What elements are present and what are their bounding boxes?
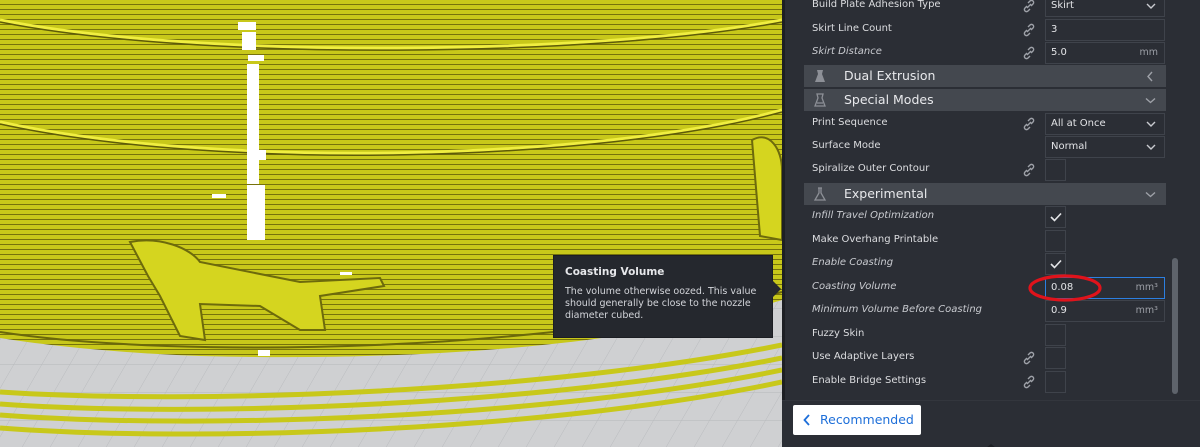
- setting-label: Infill Travel Optimization: [812, 210, 935, 221]
- infill-travel-optimization-checkbox[interactable]: [1045, 206, 1066, 228]
- link-icon[interactable]: [1022, 163, 1036, 177]
- tooltip-body: The volume otherwise oozed. This value s…: [565, 286, 757, 321]
- setting-label: Spiralize Outer Contour: [812, 163, 930, 174]
- link-icon[interactable]: [1022, 351, 1036, 365]
- setting-enable-bridge-settings: Enable Bridge Settings: [782, 371, 1172, 393]
- link-icon[interactable]: [1022, 375, 1036, 389]
- build-plate-adhesion-select[interactable]: Skirt: [1045, 0, 1165, 17]
- input-value: 0.9: [1051, 305, 1067, 316]
- unit-label: mm³: [1135, 282, 1158, 293]
- chevron-left-icon: [1147, 71, 1153, 82]
- setting-fuzzy-skin: Fuzzy Skin: [782, 324, 1172, 346]
- unit-label: mm: [1139, 47, 1158, 58]
- use-adaptive-layers-checkbox[interactable]: [1045, 347, 1066, 369]
- make-overhang-printable-checkbox[interactable]: [1045, 230, 1066, 252]
- surface-mode-select[interactable]: Normal: [1045, 136, 1165, 158]
- setting-label: Make Overhang Printable: [812, 234, 939, 245]
- input-value: 5.0: [1051, 47, 1067, 58]
- flask-icon: [813, 187, 827, 201]
- setting-label: Surface Mode: [812, 140, 881, 151]
- category-experimental[interactable]: Experimental: [804, 183, 1166, 205]
- setting-label: Fuzzy Skin: [812, 328, 865, 339]
- category-special-modes[interactable]: Special Modes: [804, 89, 1166, 111]
- chevron-down-icon: [1145, 191, 1156, 198]
- coasting-volume-tooltip: Coasting Volume The volume otherwise ooz…: [553, 255, 781, 338]
- chevron-down-icon: [1145, 97, 1156, 104]
- setting-spiralize-outer-contour: Spiralize Outer Contour: [782, 159, 1172, 181]
- setting-label: Minimum Volume Before Coasting: [812, 304, 982, 315]
- special-modes-icon: [814, 93, 826, 107]
- chevron-down-icon: [1146, 144, 1156, 150]
- select-value: Skirt: [1051, 0, 1074, 11]
- link-icon[interactable]: [1022, 23, 1036, 37]
- spiralize-checkbox[interactable]: [1045, 159, 1066, 181]
- dual-extrusion-icon: [815, 70, 825, 82]
- checkmark-icon: [1050, 212, 1062, 222]
- setting-enable-coasting: Enable Coasting: [782, 253, 1172, 275]
- 3d-viewport[interactable]: Coasting Volume The volume otherwise ooz…: [0, 0, 782, 447]
- setting-build-plate-adhesion-type: Build Plate Adhesion Type Skirt: [782, 0, 1172, 17]
- fuzzy-skin-checkbox[interactable]: [1045, 324, 1066, 346]
- link-icon[interactable]: [1022, 0, 1036, 13]
- setting-print-sequence: Print Sequence All at Once: [782, 113, 1172, 135]
- select-value: All at Once: [1051, 118, 1106, 129]
- recommended-button[interactable]: Recommended: [793, 405, 921, 435]
- select-value: Normal: [1051, 141, 1088, 152]
- link-icon[interactable]: [1022, 46, 1036, 60]
- setting-label: Print Sequence: [812, 117, 888, 128]
- print-sequence-select[interactable]: All at Once: [1045, 113, 1165, 135]
- category-label: Dual Extrusion: [844, 68, 936, 83]
- print-preview-render: [0, 0, 782, 447]
- category-dual-extrusion[interactable]: Dual Extrusion: [804, 65, 1166, 87]
- setting-label: Skirt Distance: [812, 46, 882, 57]
- chevron-down-icon: [1146, 3, 1156, 9]
- setting-minimum-volume-before-coasting: Minimum Volume Before Coasting 0.9 mm³: [782, 300, 1172, 322]
- setting-surface-mode: Surface Mode Normal: [782, 136, 1172, 158]
- input-value: 3: [1051, 24, 1058, 35]
- setting-label: Enable Coasting: [812, 257, 894, 268]
- recommended-label: Recommended: [820, 412, 914, 427]
- category-label: Special Modes: [844, 92, 934, 107]
- setting-make-overhang-printable: Make Overhang Printable: [782, 230, 1172, 252]
- skirt-line-count-input[interactable]: 3: [1045, 19, 1165, 41]
- link-icon[interactable]: [1022, 117, 1036, 131]
- red-annotation-circle: [1028, 274, 1102, 302]
- chevron-down-icon: [1146, 121, 1156, 127]
- tooltip-arrow: [772, 280, 781, 298]
- unit-label: mm³: [1135, 305, 1158, 316]
- enable-bridge-settings-checkbox[interactable]: [1045, 371, 1066, 393]
- bottom-bar: Recommended: [782, 400, 1200, 447]
- setting-label: Skirt Line Count: [812, 23, 892, 34]
- setting-skirt-distance: Skirt Distance 5.0 mm: [782, 42, 1172, 64]
- skirt-distance-input[interactable]: 5.0 mm: [1045, 42, 1165, 64]
- chevron-left-icon: [803, 414, 810, 426]
- setting-skirt-line-count: Skirt Line Count 3: [782, 19, 1172, 41]
- setting-label: Use Adaptive Layers: [812, 351, 915, 362]
- checkmark-icon: [1050, 259, 1062, 269]
- tooltip-title: Coasting Volume: [565, 266, 665, 278]
- setting-coasting-volume: Coasting Volume 0.08 mm³: [782, 277, 1172, 299]
- category-label: Experimental: [844, 186, 928, 201]
- settings-scrollbar[interactable]: [1172, 258, 1178, 394]
- setting-infill-travel-optimization: Infill Travel Optimization: [782, 206, 1172, 228]
- setting-use-adaptive-layers: Use Adaptive Layers: [782, 347, 1172, 369]
- print-settings-panel: Build Plate Adhesion Type Skirt Skirt Li…: [782, 0, 1200, 447]
- setting-label: Enable Bridge Settings: [812, 375, 927, 386]
- setting-label: Build Plate Adhesion Type: [812, 0, 941, 10]
- setting-label: Coasting Volume: [812, 281, 897, 292]
